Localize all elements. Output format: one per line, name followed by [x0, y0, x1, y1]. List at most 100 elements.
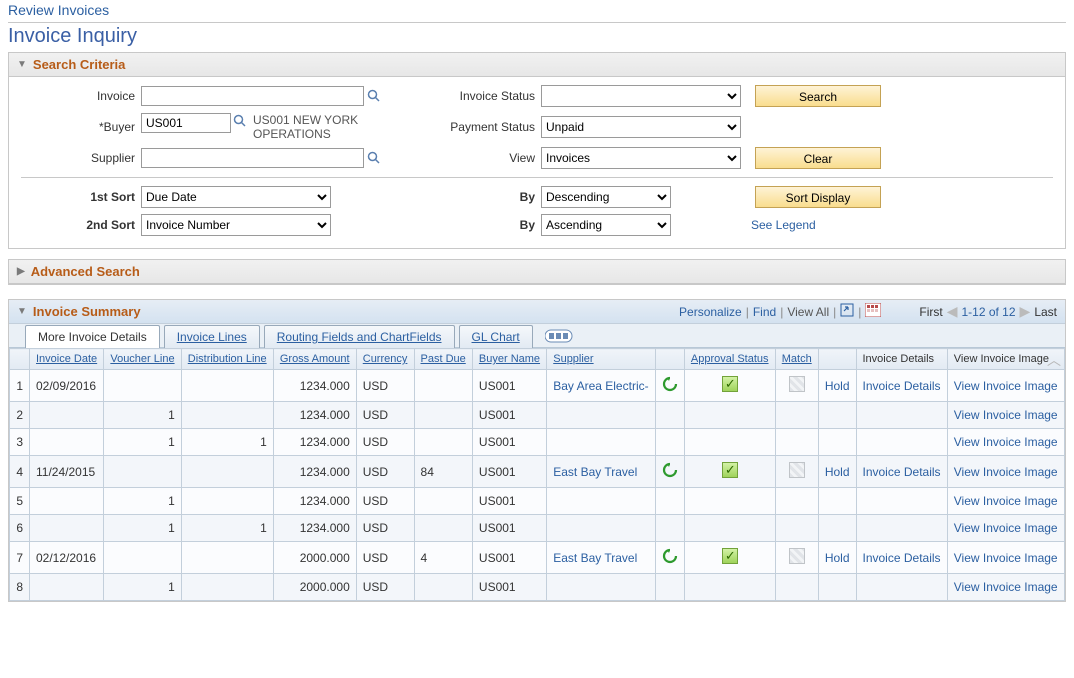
col-invoice-date[interactable]: Invoice Date	[30, 349, 104, 370]
divider	[21, 177, 1053, 178]
col-supplier[interactable]: Supplier	[547, 349, 656, 370]
approved-icon	[722, 462, 738, 478]
tab-invoice-lines[interactable]: Invoice Lines	[164, 325, 260, 348]
col-match[interactable]: Match	[775, 349, 818, 370]
cell-supplier	[547, 429, 656, 456]
collapse-icon[interactable]: ▼	[17, 306, 27, 317]
table-row: 211234.000USDUS001View Invoice Image	[10, 402, 1065, 429]
invoice-status-select[interactable]	[541, 85, 741, 107]
cell-supplier: East Bay Travel	[547, 542, 656, 574]
search-criteria-header[interactable]: ▼ Search Criteria	[9, 53, 1065, 77]
view-invoice-image-link[interactable]: View Invoice Image	[954, 494, 1058, 508]
tab-gl-chart[interactable]: GL Chart	[459, 325, 533, 348]
lookup-icon[interactable]	[366, 88, 381, 104]
find-link[interactable]: Find	[753, 305, 776, 319]
prev-icon[interactable]: ◀	[947, 303, 958, 320]
tab-routing-fields[interactable]: Routing Fields and ChartFields	[264, 325, 455, 348]
breadcrumb[interactable]: Review Invoices	[0, 0, 1074, 22]
second-sort-select[interactable]: Invoice Number	[141, 214, 331, 236]
col-gross-amount[interactable]: Gross Amount	[273, 349, 356, 370]
invoice-details-link[interactable]: Invoice Details	[863, 379, 941, 393]
cell-dist-line	[181, 370, 273, 402]
hold-link[interactable]: Hold	[825, 465, 850, 479]
match-icon	[789, 462, 805, 478]
buyer-label: *Buyer	[21, 120, 141, 134]
cell-buyer: US001	[472, 515, 546, 542]
personalize-link[interactable]: Personalize	[679, 305, 742, 319]
col-approval-status[interactable]: Approval Status	[684, 349, 775, 370]
view-invoice-image-link[interactable]: View Invoice Image	[954, 408, 1058, 422]
cell-currency: USD	[356, 429, 414, 456]
view-invoice-image-link[interactable]: View Invoice Image	[954, 551, 1058, 565]
sort-display-button[interactable]: Sort Display	[755, 186, 881, 208]
table-row: 102/09/20161234.000USDUS001Bay Area Elec…	[10, 370, 1065, 402]
col-voucher-line[interactable]: Voucher Line	[104, 349, 181, 370]
zoom-icon[interactable]	[840, 303, 854, 320]
cell-dist-line	[181, 574, 273, 601]
cell-gross: 1234.000	[273, 488, 356, 515]
view-select[interactable]: Invoices	[541, 147, 741, 169]
show-all-columns-icon[interactable]	[545, 328, 573, 344]
supplier-link[interactable]: East Bay Travel	[553, 551, 637, 565]
refresh-icon[interactable]	[662, 548, 678, 564]
cell-buyer: US001	[472, 574, 546, 601]
advanced-search-header[interactable]: ▶ Advanced Search	[9, 260, 1065, 284]
cell-currency: USD	[356, 370, 414, 402]
cell-refresh	[655, 574, 684, 601]
cell-voucher-line: 1	[104, 402, 181, 429]
cell-invoice-date	[30, 574, 104, 601]
view-invoice-image-link[interactable]: View Invoice Image	[954, 379, 1058, 393]
first-label[interactable]: First	[919, 305, 942, 319]
col-dist-line[interactable]: Distribution Line	[181, 349, 273, 370]
first-by-select[interactable]: Descending	[541, 186, 671, 208]
hold-link[interactable]: Hold	[825, 551, 850, 565]
next-icon[interactable]: ▶	[1020, 303, 1031, 320]
cell-details	[856, 429, 947, 456]
lookup-icon[interactable]	[366, 150, 381, 166]
invoice-input[interactable]	[141, 86, 364, 106]
cell-invoice-date: 02/09/2016	[30, 370, 104, 402]
clear-button[interactable]: Clear	[755, 147, 881, 169]
cell-approval	[684, 515, 775, 542]
col-past-due[interactable]: Past Due	[414, 349, 472, 370]
cell-past-due	[414, 370, 472, 402]
view-invoice-image-link[interactable]: View Invoice Image	[954, 580, 1058, 594]
invoice-details-link[interactable]: Invoice Details	[863, 551, 941, 565]
view-invoice-image-link[interactable]: View Invoice Image	[954, 465, 1058, 479]
lookup-icon[interactable]	[233, 113, 247, 129]
scroll-up-icon[interactable]: ︿	[1047, 348, 1061, 601]
invoice-label: Invoice	[21, 89, 141, 103]
criteria-body: Invoice Invoice Status Search *Buyer US0…	[9, 77, 1065, 248]
first-sort-select[interactable]: Due Date	[141, 186, 331, 208]
see-legend-link[interactable]: See Legend	[751, 218, 816, 232]
payment-status-select[interactable]: Unpaid	[541, 116, 741, 138]
row-range[interactable]: 1-12 of 12	[961, 305, 1015, 319]
view-invoice-image-link[interactable]: View Invoice Image	[954, 435, 1058, 449]
download-icon[interactable]	[865, 303, 881, 320]
col-buyer-name[interactable]: Buyer Name	[472, 349, 546, 370]
buyer-input[interactable]	[141, 113, 231, 133]
cell-gross: 1234.000	[273, 515, 356, 542]
refresh-icon[interactable]	[662, 376, 678, 392]
last-label[interactable]: Last	[1034, 305, 1057, 319]
col-currency[interactable]: Currency	[356, 349, 414, 370]
invoice-details-link[interactable]: Invoice Details	[863, 465, 941, 479]
view-invoice-image-link[interactable]: View Invoice Image	[954, 521, 1058, 535]
cell-approval	[684, 429, 775, 456]
cell-details	[856, 402, 947, 429]
search-button[interactable]: Search	[755, 85, 881, 107]
cell-approval	[684, 542, 775, 574]
supplier-link[interactable]: Bay Area Electric-	[553, 379, 648, 393]
cell-buyer: US001	[472, 402, 546, 429]
match-icon	[789, 548, 805, 564]
cell-supplier: Bay Area Electric-	[547, 370, 656, 402]
refresh-icon[interactable]	[662, 462, 678, 478]
cell-gross: 2000.000	[273, 542, 356, 574]
second-by-select[interactable]: Ascending	[541, 214, 671, 236]
supplier-input[interactable]	[141, 148, 364, 168]
hold-link[interactable]: Hold	[825, 379, 850, 393]
view-all-text[interactable]: View All	[787, 305, 829, 319]
tab-more-invoice-details[interactable]: More Invoice Details	[25, 325, 160, 348]
supplier-link[interactable]: East Bay Travel	[553, 465, 637, 479]
cell-refresh	[655, 488, 684, 515]
